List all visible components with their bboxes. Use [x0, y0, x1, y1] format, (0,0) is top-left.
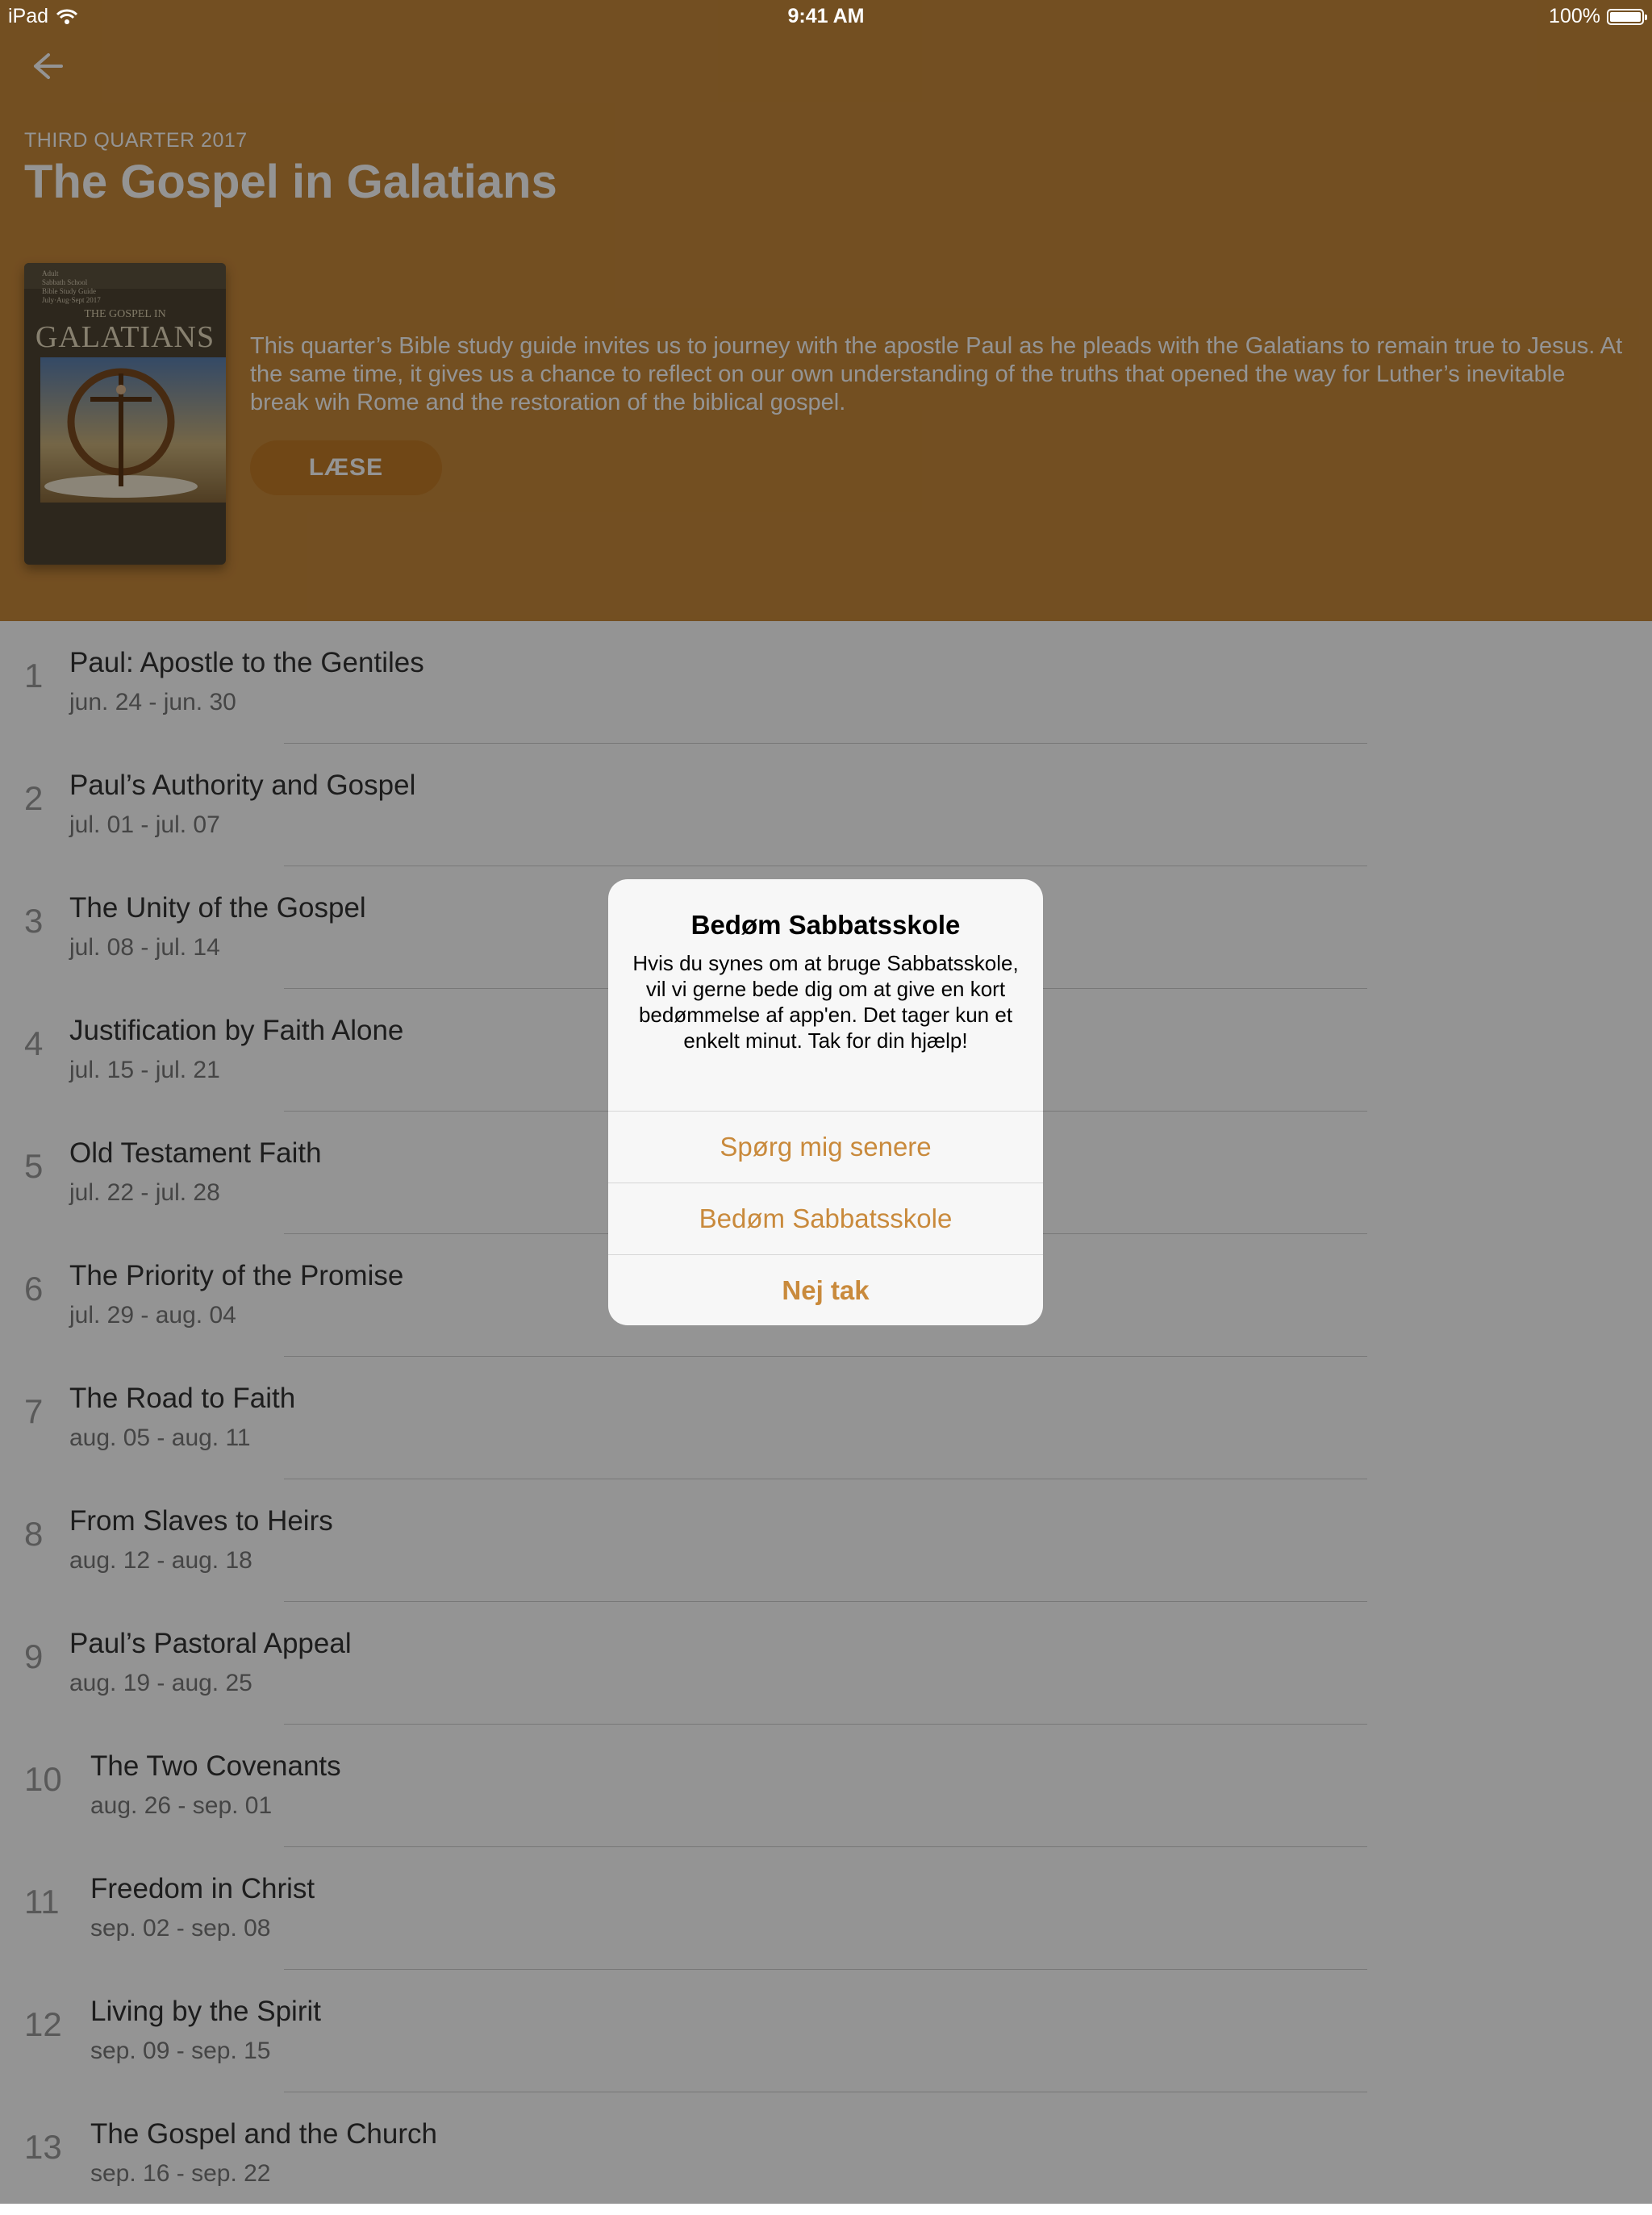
status-bar: iPad 9:41 AM 100% [0, 0, 1652, 32]
alert-message: Hvis du synes om at bruge Sabbatsskole, … [632, 951, 1019, 1053]
battery-icon [1607, 8, 1647, 25]
rating-alert-dialog: Bedøm Sabbatsskole Hvis du synes om at b… [608, 879, 1043, 1325]
no-thanks-button[interactable]: Nej tak [608, 1254, 1043, 1325]
rate-app-button[interactable]: Bedøm Sabbatsskole [608, 1183, 1043, 1254]
ask-later-button[interactable]: Spørg mig senere [608, 1111, 1043, 1183]
status-time: 9:41 AM [787, 5, 865, 27]
battery-percent: 100% [1549, 5, 1600, 27]
alert-title: Bedøm Sabbatsskole [690, 910, 961, 940]
